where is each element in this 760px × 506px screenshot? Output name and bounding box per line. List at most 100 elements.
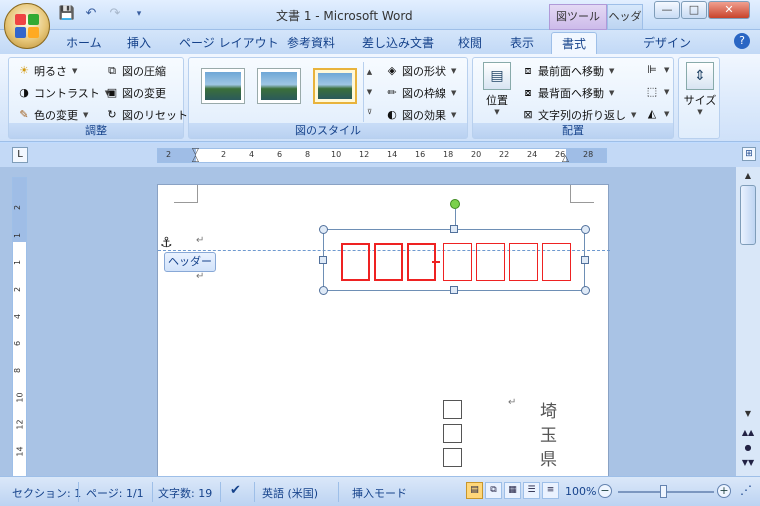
help-icon[interactable]: ? bbox=[734, 33, 750, 49]
text-wrap-button[interactable]: ⊠ 文字列の折り返し ▼ bbox=[521, 107, 636, 123]
vertical-ruler[interactable]: 2 1 1 2 4 6 8 10 12 14 bbox=[12, 177, 27, 476]
picture-shape-button[interactable]: ◈ 図の形状 ▼ bbox=[385, 63, 457, 79]
crop-mark-top-left bbox=[174, 185, 198, 203]
group-label-adjust: 調整 bbox=[9, 123, 183, 138]
gallery-down-icon[interactable]: ▼ bbox=[364, 82, 375, 102]
resize-handle-r[interactable] bbox=[581, 256, 589, 264]
postal-code-box bbox=[509, 243, 538, 281]
tab-insert[interactable]: 挿入 bbox=[127, 34, 151, 51]
picture-effects-button[interactable]: ◐ 図の効果 ▼ bbox=[385, 107, 456, 123]
empty-box bbox=[443, 424, 462, 443]
contrast-button[interactable]: ◑ コントラスト ▼ bbox=[17, 85, 110, 101]
resize-handle-t[interactable] bbox=[450, 225, 458, 233]
previous-page-icon[interactable]: ▲▲ bbox=[741, 427, 755, 439]
tab-mailings[interactable]: 差し込み文書 bbox=[362, 34, 434, 51]
zoom-in-icon[interactable]: + bbox=[717, 484, 731, 498]
picture-style-1[interactable] bbox=[201, 68, 245, 104]
anchor-icon[interactable]: ⚓ bbox=[160, 235, 173, 251]
scroll-up-icon[interactable]: ▲ bbox=[740, 169, 756, 183]
zoom-out-icon[interactable]: − bbox=[598, 484, 612, 498]
postal-code-box bbox=[374, 243, 403, 281]
tab-selector[interactable]: L bbox=[12, 147, 28, 163]
gallery-up-icon[interactable]: ▲ bbox=[364, 62, 375, 82]
resize-handle-b[interactable] bbox=[450, 286, 458, 294]
right-indent-marker[interactable]: △ bbox=[562, 149, 570, 164]
resize-grip-icon[interactable]: ⋰ bbox=[740, 483, 752, 497]
full-screen-reading-view-icon[interactable]: ⧉ bbox=[485, 482, 502, 499]
group-label-picture-styles: 図のスタイル bbox=[189, 123, 467, 138]
customize-qat-icon[interactable]: ▾ bbox=[130, 6, 148, 22]
status-page[interactable]: ページ: 1/1 bbox=[86, 485, 144, 501]
rotate-button[interactable]: ◭ ▼ bbox=[645, 107, 670, 121]
picture-style-2[interactable] bbox=[257, 68, 301, 104]
office-logo-icon bbox=[15, 14, 39, 38]
scroll-thumb[interactable] bbox=[740, 185, 756, 245]
web-layout-view-icon[interactable]: ▦ bbox=[504, 482, 521, 499]
sun-icon: ☀ bbox=[19, 64, 29, 77]
draft-view-icon[interactable]: ≡ bbox=[542, 482, 559, 499]
reset-picture-button[interactable]: ↻ 図のリセット bbox=[105, 107, 188, 123]
picture-style-3[interactable] bbox=[313, 68, 357, 104]
tab-view[interactable]: 表示 bbox=[510, 34, 534, 51]
document-page[interactable]: ⚓ ヘッダー ↵ ↵ ↵ 埼玉県 bbox=[157, 184, 610, 476]
tab-references[interactable]: 参考資料 bbox=[287, 34, 335, 51]
maximize-button[interactable]: □ bbox=[681, 1, 707, 19]
group-adjust: ☀ 明るさ ▼ ◑ コントラスト ▼ ✎ 色の変更 ▼ ⧉ 図の圧縮 ▣ 図の変更 ↻… bbox=[8, 57, 188, 139]
ribbon-tabs: ホーム 挿入 ページ レイアウト 参考資料 差し込み文書 校閲 表示 書式 デザ… bbox=[0, 30, 760, 54]
change-picture-button[interactable]: ▣ 図の変更 bbox=[105, 85, 166, 101]
print-layout-view-icon[interactable]: ▤ bbox=[466, 482, 483, 499]
size-button[interactable]: ⇕ サイズ ▼ bbox=[682, 62, 718, 116]
tab-home[interactable]: ホーム bbox=[66, 34, 102, 51]
first-line-indent-marker[interactable]: ▽ △ bbox=[192, 148, 200, 164]
outline-view-icon[interactable]: ☰ bbox=[523, 482, 540, 499]
next-page-icon[interactable]: ▼▼ bbox=[741, 457, 755, 469]
position-button[interactable]: ▤ 位置 ▼ bbox=[479, 62, 515, 116]
resize-handle-bl[interactable] bbox=[319, 286, 328, 295]
status-insert-mode[interactable]: 挿入モード bbox=[352, 485, 407, 501]
close-button[interactable]: ✕ bbox=[708, 1, 750, 19]
resize-handle-tr[interactable] bbox=[581, 225, 590, 234]
tab-design[interactable]: デザイン bbox=[643, 34, 691, 51]
postal-code-box bbox=[542, 243, 571, 281]
align-button[interactable]: ⊫ ▼ bbox=[645, 63, 669, 77]
resize-handle-tl[interactable] bbox=[319, 225, 328, 234]
office-button[interactable] bbox=[4, 3, 50, 49]
browse-object-icon[interactable]: ● bbox=[741, 442, 755, 454]
style-gallery-scroll[interactable]: ▲ ▼ ⊽ bbox=[363, 62, 375, 122]
tab-page-layout[interactable]: ページ レイアウト bbox=[179, 34, 279, 51]
position-icon: ▤ bbox=[483, 62, 511, 90]
view-ruler-icon[interactable]: ⊞ bbox=[742, 147, 756, 161]
status-language[interactable]: 英語 (米国) bbox=[262, 485, 318, 501]
send-to-back-button[interactable]: ⧇ 最背面へ移動 ▼ bbox=[521, 85, 615, 101]
picture-border-button[interactable]: ✏ 図の枠線 ▼ bbox=[385, 85, 456, 101]
header-tag[interactable]: ヘッダー bbox=[164, 252, 216, 272]
effects-icon: ◐ bbox=[387, 108, 397, 121]
proofing-icon[interactable]: ✔ bbox=[230, 483, 241, 498]
resize-handle-br[interactable] bbox=[581, 286, 590, 295]
recolor-button[interactable]: ✎ 色の変更 ▼ bbox=[17, 107, 88, 123]
redo-icon[interactable]: ↷ bbox=[106, 6, 124, 22]
bring-to-front-button[interactable]: ⧈ 最前面へ移動 ▼ bbox=[521, 63, 615, 79]
undo-icon[interactable]: ↶ bbox=[82, 6, 100, 22]
size-icon: ⇕ bbox=[686, 62, 714, 90]
status-section[interactable]: セクション: 1 bbox=[12, 485, 81, 501]
status-word-count[interactable]: 文字数: 19 bbox=[158, 485, 212, 501]
tab-review[interactable]: 校閲 bbox=[458, 34, 482, 51]
scroll-down-icon[interactable]: ▼ bbox=[740, 407, 756, 421]
postal-code-box bbox=[476, 243, 505, 281]
zoom-level[interactable]: 100% bbox=[565, 485, 596, 498]
zoom-slider-thumb[interactable] bbox=[660, 485, 667, 498]
tab-format[interactable]: 書式 bbox=[551, 32, 598, 54]
resize-handle-l[interactable] bbox=[319, 256, 327, 264]
rotate-handle[interactable] bbox=[450, 199, 460, 209]
vertical-scrollbar[interactable]: ▲ ▼ ▲▲ ● ▼▼ bbox=[735, 167, 760, 476]
group-size: ⇕ サイズ ▼ bbox=[678, 57, 720, 139]
horizontal-ruler[interactable]: 2 2 4 6 8 10 12 14 16 18 20 22 24 26 28 … bbox=[157, 148, 607, 164]
brightness-button[interactable]: ☀ 明るさ ▼ bbox=[17, 63, 77, 79]
minimize-button[interactable]: — bbox=[654, 1, 680, 19]
compress-pictures-button[interactable]: ⧉ 図の圧縮 bbox=[105, 63, 166, 79]
group-objects-button[interactable]: ⬚ ▼ bbox=[645, 85, 670, 99]
ribbon: ☀ 明るさ ▼ ◑ コントラスト ▼ ✎ 色の変更 ▼ ⧉ 図の圧縮 ▣ 図の変更 ↻… bbox=[0, 54, 760, 142]
gallery-more-icon[interactable]: ⊽ bbox=[364, 102, 375, 122]
save-icon[interactable]: 💾 bbox=[58, 6, 76, 22]
